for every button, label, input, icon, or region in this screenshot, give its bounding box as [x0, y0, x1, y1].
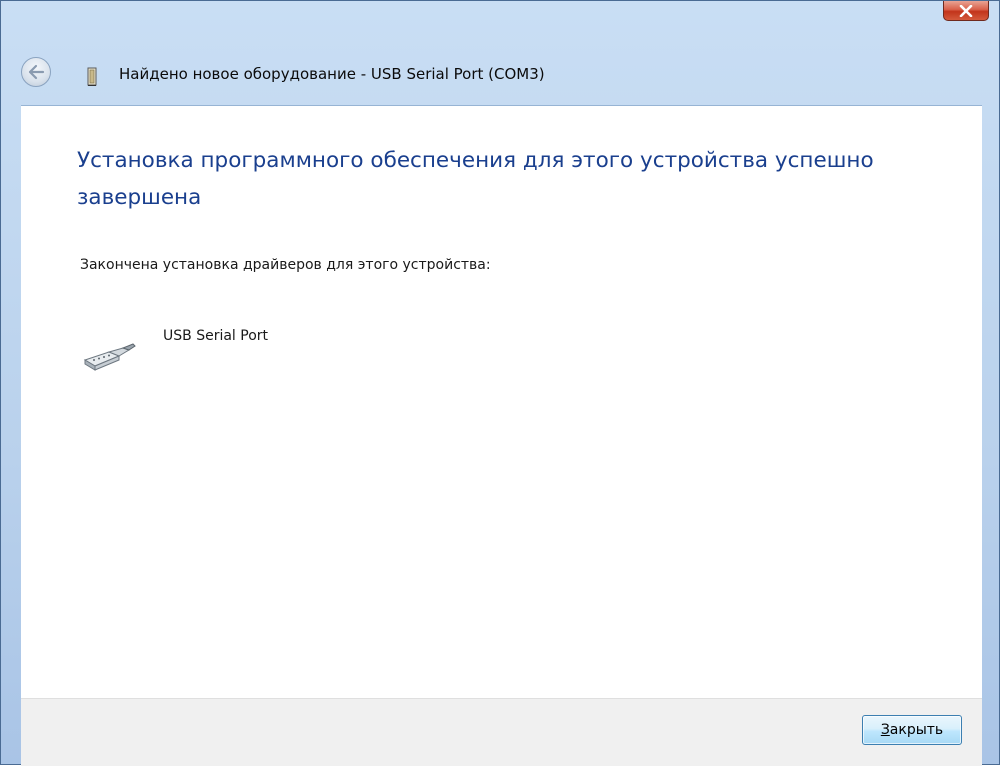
close-button-label: акрыть: [889, 722, 944, 738]
status-text: Закончена установка драйверов для этого …: [80, 257, 491, 273]
footer-bar: Закрыть: [21, 698, 982, 766]
back-arrow-icon: [28, 64, 45, 80]
wizard-window: Найдено новое оборудование - USB Serial …: [0, 0, 1000, 766]
window-title: Найдено новое оборудование - USB Serial …: [119, 65, 545, 83]
window-close-button[interactable]: [943, 1, 989, 21]
page-heading: Установка программного обеспечения для э…: [77, 148, 874, 210]
back-button[interactable]: [21, 57, 51, 87]
close-button-accelerator: З: [880, 722, 890, 738]
device-name: USB Serial Port: [163, 328, 269, 344]
serial-port-icon: [83, 343, 136, 371]
close-icon: [959, 4, 973, 17]
content-panel: Установка программного обеспечения для э…: [21, 105, 982, 698]
title-bar: Найдено новое оборудование - USB Serial …: [1, 1, 999, 111]
hardware-icon: [87, 67, 97, 86]
close-button[interactable]: Закрыть: [862, 715, 962, 745]
